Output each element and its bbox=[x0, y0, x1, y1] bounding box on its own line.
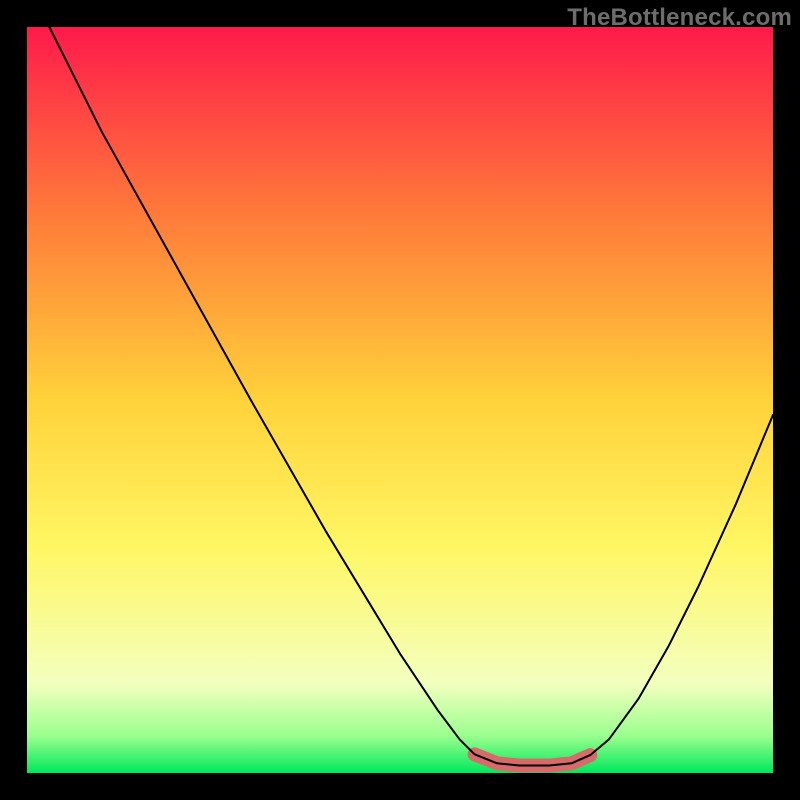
chart-frame: TheBottleneck.com bbox=[0, 0, 800, 800]
plot-area bbox=[27, 27, 773, 773]
chart-svg bbox=[27, 27, 773, 773]
watermark-text: TheBottleneck.com bbox=[567, 4, 792, 32]
